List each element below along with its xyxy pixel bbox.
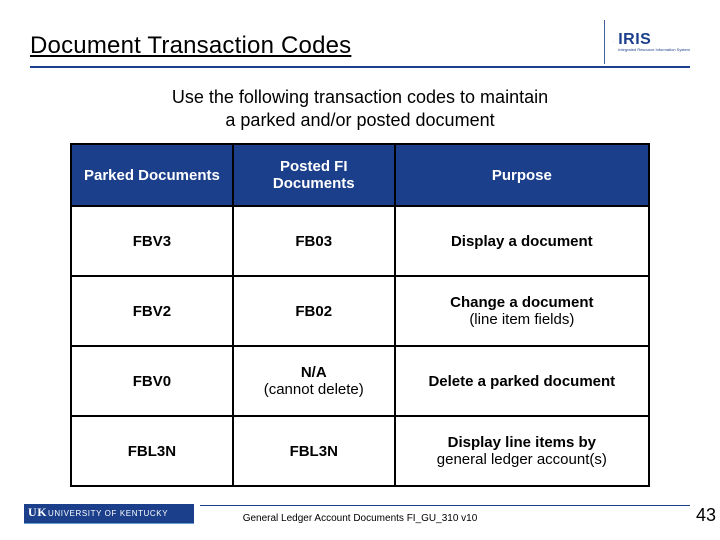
table-row: FBV3 FB03 Display a document [71, 206, 649, 276]
cell-posted: FBL3N [233, 416, 395, 486]
cell-posted: FB02 [233, 276, 395, 346]
col-header-parked: Parked Documents [84, 167, 220, 184]
col-header-purpose: Purpose [492, 167, 552, 184]
table-row: FBV2 FB02 Change a document(line item fi… [71, 276, 649, 346]
title-divider [30, 66, 690, 68]
intro-text: Use the following transaction codes to m… [30, 86, 690, 131]
cell-purpose: Delete a parked document [395, 346, 649, 416]
cell-parked: FBV3 [71, 206, 233, 276]
cell-purpose: Display line items bygeneral ledger acco… [395, 416, 649, 486]
cell-posted: N/A(cannot delete) [233, 346, 395, 416]
cell-posted: FB03 [233, 206, 395, 276]
page-title: Document Transaction Codes [30, 32, 351, 64]
intro-line-1: Use the following transaction codes to m… [172, 87, 548, 107]
cell-parked: FBV0 [71, 346, 233, 416]
iris-flower-icon [613, 27, 614, 57]
transaction-codes-table: Parked Documents Posted FI Documents Pur… [70, 143, 650, 487]
table-header-row: Parked Documents Posted FI Documents Pur… [71, 144, 649, 206]
cell-parked: FBV2 [71, 276, 233, 346]
slide-footer: UK UNIVERSITY OF KENTUCKY General Ledger… [0, 494, 720, 530]
page-number: 43 [696, 505, 716, 526]
footer-doc-ref: General Ledger Account Documents FI_GU_3… [0, 513, 720, 524]
table-row: FBL3N FBL3N Display line items bygeneral… [71, 416, 649, 486]
cell-parked: FBL3N [71, 416, 233, 486]
iris-logo-tagline: Integrated Resource Information System [618, 48, 690, 52]
cell-purpose: Display a document [395, 206, 649, 276]
iris-logo-name: IRIS [618, 32, 690, 48]
col-header-posted: Posted FI Documents [273, 158, 355, 192]
cell-purpose: Change a document(line item fields) [395, 276, 649, 346]
footer-divider [200, 505, 690, 506]
iris-logo: IRIS Integrated Resource Information Sys… [604, 20, 690, 64]
intro-line-2: a parked and/or posted document [225, 110, 494, 130]
table-row: FBV0 N/A(cannot delete) Delete a parked … [71, 346, 649, 416]
